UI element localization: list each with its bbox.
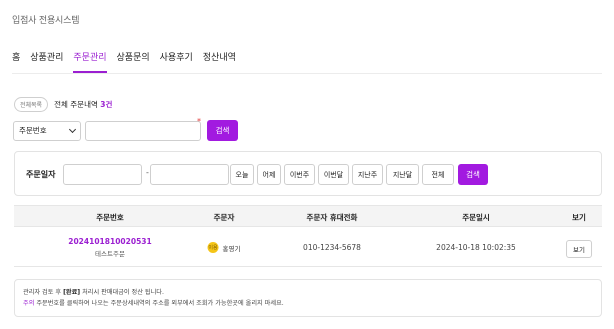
date-to-input[interactable] [150, 164, 229, 185]
tab-products[interactable]: 상품관리 [30, 50, 63, 73]
summary-label: 전체 주문내역 [54, 100, 98, 109]
tab-reviews[interactable]: 사용후기 [160, 50, 193, 73]
chevron-down-icon [68, 125, 77, 133]
date-search-button[interactable]: 검색 [458, 164, 488, 185]
nav-divider [12, 73, 602, 74]
order-number-link[interactable]: 2024101810020531 [68, 237, 152, 246]
main-nav: 홈 상품관리 주문관리 상품문의 사용후기 정산내역 [12, 50, 236, 73]
avatar: 이용 [207, 242, 219, 253]
view-button[interactable]: 보기 [566, 240, 592, 258]
notice-line-1-suffix: 처리시 판매대금이 정산 됩니다. [82, 289, 164, 296]
orderer-cell: 이용 홍영기 [207, 242, 241, 253]
search-button[interactable]: 검색 [207, 120, 238, 141]
notice-line-1: 관리자 검토 후 [완료] 처리시 판매대금이 정산 됩니다. [23, 287, 593, 298]
notice-box: 관리자 검토 후 [완료] 처리시 판매대금이 정산 됩니다. 주의 주문번호를… [14, 279, 602, 317]
orderer-name: 홍영기 [222, 244, 241, 253]
notice-line-1-bold: [완료] [63, 289, 81, 296]
search-field-value: 주문번호 [19, 126, 47, 135]
date-filter-panel: 주문일자 - 오늘 어제 이번주 이번달 지난주 지난달 전체 검색 [14, 151, 602, 196]
order-summary: 전체목록 전체 주문내역 3건 [14, 97, 112, 112]
date-filter-label: 주문일자 [26, 170, 56, 179]
quick-today-button[interactable]: 오늘 [230, 164, 254, 185]
quick-this-month-button[interactable]: 이번달 [318, 164, 349, 185]
col-view: 보기 [572, 213, 586, 222]
col-order-no: 주문번호 [96, 213, 124, 222]
notice-warning-label: 주의 [23, 300, 35, 307]
all-list-pill[interactable]: 전체목록 [14, 97, 49, 112]
date-separator: - [146, 168, 149, 177]
col-phone: 주문자 휴대전화 [306, 213, 358, 222]
date-from-input[interactable] [63, 164, 142, 185]
tab-orders[interactable]: 주문관리 [73, 50, 107, 73]
quick-last-month-button[interactable]: 지난달 [386, 164, 419, 185]
quick-yesterday-button[interactable]: 어제 [257, 164, 281, 185]
order-name: 테스트주문 [95, 250, 125, 258]
col-datetime: 주문일시 [462, 213, 490, 222]
tab-settlements[interactable]: 정산내역 [203, 50, 236, 73]
table-header: 주문번호 주문자 주문자 휴대전화 주문일시 보기 [14, 205, 602, 227]
tab-product-inquiries[interactable]: 상품문의 [117, 50, 150, 73]
notice-line-2-text: 주문번호를 클릭하여 나오는 주문상세내역의 주소를 외부에서 조회가 가능한곳… [36, 300, 284, 307]
required-mark: * [197, 117, 201, 126]
orderer-phone: 010-1234-5678 [303, 243, 361, 252]
app-title: 입점사 전용시스템 [12, 16, 80, 26]
summary-count: 3건 [100, 100, 113, 109]
quick-last-week-button[interactable]: 지난주 [352, 164, 383, 185]
keyword-search: 주문번호 * 검색 [13, 117, 238, 141]
tab-home[interactable]: 홈 [12, 50, 20, 73]
quick-all-button[interactable]: 전체 [422, 164, 454, 185]
notice-line-2: 주의 주문번호를 클릭하여 나오는 주문상세내역의 주소를 외부에서 조회가 가… [23, 298, 593, 309]
col-orderer: 주문자 [213, 213, 235, 222]
order-datetime: 2024-10-18 10:02:35 [436, 243, 516, 252]
orders-table: 주문번호 주문자 주문자 휴대전화 주문일시 보기 20241018100205… [14, 205, 602, 267]
search-input[interactable] [85, 120, 201, 141]
table-row: 2024101810020531 테스트주문 이용 홍영기 010-1234-5… [14, 227, 602, 267]
search-field-select[interactable]: 주문번호 [13, 120, 81, 141]
summary-text: 전체 주문내역 3건 [54, 99, 112, 110]
notice-line-1-prefix: 관리자 검토 후 [23, 289, 62, 296]
quick-this-week-button[interactable]: 이번주 [284, 164, 315, 185]
